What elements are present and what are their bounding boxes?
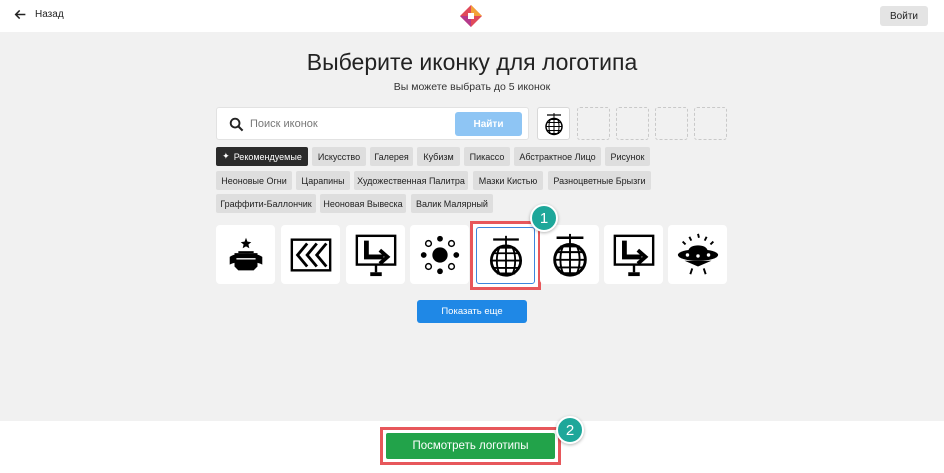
search-icon <box>229 117 244 132</box>
icon-tile-selected[interactable] <box>476 227 535 284</box>
back-button[interactable]: Назад <box>14 8 64 21</box>
step-badge-1: 1 <box>530 204 558 232</box>
app-logo-icon <box>460 5 482 27</box>
top-bar: Назад Войти <box>0 0 944 32</box>
step-badge-2: 2 <box>556 416 584 444</box>
category-chip[interactable]: Неоновая Вывеска <box>320 194 406 213</box>
selected-icon-highlight[interactable] <box>470 221 541 290</box>
disco-ball-icon <box>542 112 566 136</box>
category-chip[interactable]: Неоновые Огни <box>216 171 292 190</box>
disco-ball-icon <box>547 232 593 278</box>
empty-icon-slot[interactable] <box>616 107 649 140</box>
category-chip[interactable]: Абстрактное Лицо <box>514 147 601 166</box>
category-chip[interactable]: Рисунок <box>605 147 650 166</box>
empty-icon-slot[interactable] <box>577 107 610 140</box>
icon-tile[interactable] <box>346 225 405 284</box>
chevrons-left-icon <box>290 237 331 272</box>
icon-tile[interactable] <box>604 225 663 284</box>
category-chip[interactable]: Царапины <box>296 171 350 190</box>
category-chip[interactable]: Граффити-Баллончик <box>216 194 316 213</box>
category-chip[interactable]: Валик Малярный <box>411 194 493 213</box>
page-title: Выберите иконку для логотипа <box>306 49 638 75</box>
view-logos-highlight[interactable]: Посмотреть логотипы <box>380 427 561 465</box>
sign-arrow-icon <box>353 232 399 278</box>
icon-tile[interactable] <box>281 225 340 284</box>
category-chip[interactable]: Мазки Кистью <box>473 171 543 190</box>
dots-circle-icon <box>420 235 459 274</box>
icon-tile[interactable] <box>216 225 275 284</box>
search-input[interactable]: Поиск иконок <box>250 118 318 130</box>
icon-tile[interactable] <box>540 225 599 284</box>
show-more-button[interactable]: Показать еще <box>417 300 527 323</box>
ufo-icon <box>677 233 718 274</box>
search-bar[interactable]: Поиск иконок Найти <box>216 107 529 140</box>
page-subtitle: Вы можете выбрать до 5 иконок <box>393 81 551 93</box>
login-button[interactable]: Войти <box>880 6 928 26</box>
empty-icon-slot[interactable] <box>694 107 727 140</box>
selected-icon-slot[interactable] <box>537 107 570 140</box>
arrow-left-icon <box>14 9 26 20</box>
category-chip[interactable]: Искусство <box>312 147 366 166</box>
sparkle-icon: ✦ <box>222 151 230 161</box>
category-chip-recommended[interactable]: ✦ Рекомендуемые <box>216 147 308 166</box>
empty-icon-slot[interactable] <box>655 107 688 140</box>
icon-tile[interactable] <box>410 225 469 284</box>
category-chip[interactable]: Кубизм <box>417 147 460 166</box>
category-chip[interactable]: Художественная Палитра <box>354 171 468 190</box>
sign-arrow-icon <box>611 232 657 278</box>
search-button[interactable]: Найти <box>455 112 522 136</box>
back-label: Назад <box>35 9 64 20</box>
category-chip[interactable]: Разноцветные Брызги <box>548 171 651 190</box>
view-logos-button[interactable]: Посмотреть логотипы <box>386 433 555 459</box>
disco-ball-icon <box>484 234 528 278</box>
category-chip[interactable]: Галерея <box>370 147 413 166</box>
category-chip[interactable]: Пикассо <box>464 147 510 166</box>
vegas-sign-icon <box>229 237 262 270</box>
icon-tile[interactable] <box>668 225 727 284</box>
